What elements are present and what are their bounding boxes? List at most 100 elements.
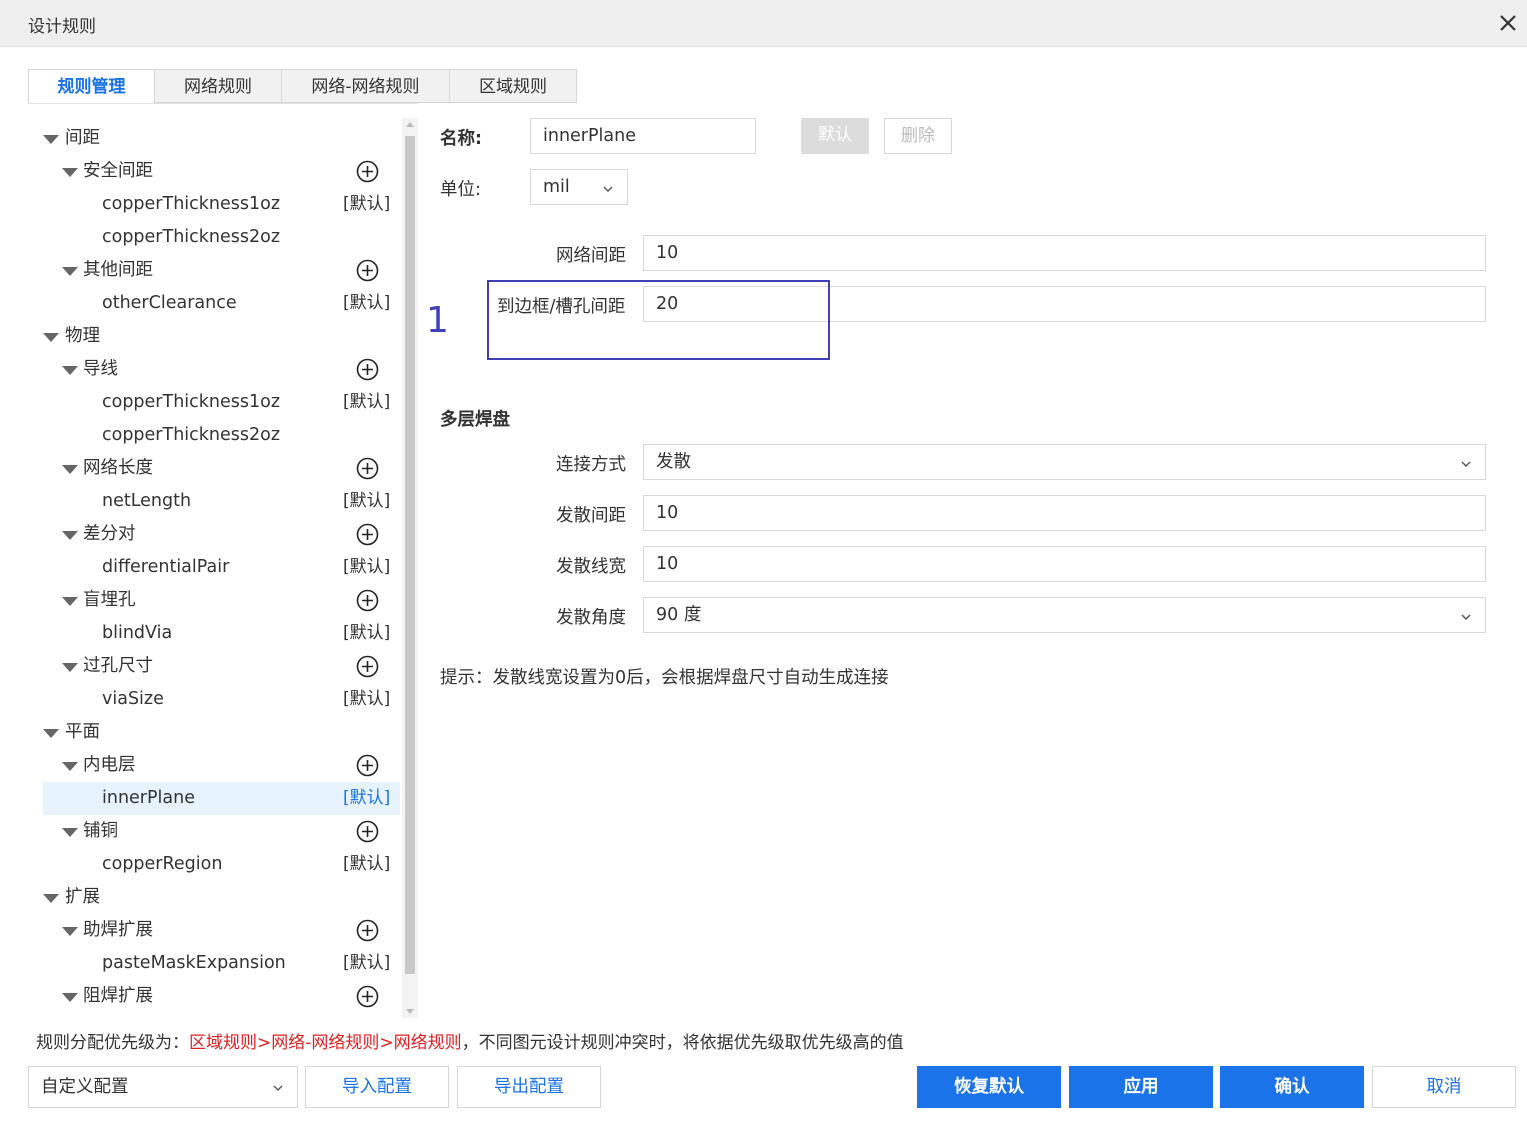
tab-net-rules[interactable]: 网络规则 <box>154 69 282 103</box>
name-input[interactable]: innerPlane <box>530 118 756 154</box>
tree-leaf-item[interactable]: otherClearance [默认] <box>28 287 400 320</box>
tree-group[interactable]: 差分对 <box>28 518 400 551</box>
tree-category[interactable]: 扩展 <box>28 881 400 914</box>
confirm-button[interactable]: 确认 <box>1220 1066 1364 1108</box>
tree-group[interactable]: 导线 <box>28 353 400 386</box>
add-circle-icon[interactable] <box>356 919 379 942</box>
scroll-thumb[interactable] <box>405 136 415 974</box>
tree-item-label: copperThickness1oz <box>102 392 281 412</box>
delete-button[interactable]: 删除 <box>884 118 952 154</box>
tree-item-label: blindVia <box>102 623 173 643</box>
highlight-box <box>487 280 830 360</box>
apply-button[interactable]: 应用 <box>1069 1066 1213 1108</box>
tree-group[interactable]: 内电层 <box>28 749 400 782</box>
caret-down-icon[interactable] <box>62 267 78 276</box>
caret-down-icon[interactable] <box>62 531 78 540</box>
add-circle-icon[interactable] <box>356 523 379 546</box>
tree-item-label: pasteMaskExpansion <box>102 953 286 973</box>
tree-leaf-item[interactable]: copperThickness1oz [默认] <box>28 386 400 419</box>
export-config-button[interactable]: 导出配置 <box>457 1066 601 1108</box>
tree-scrollbar[interactable] <box>402 118 418 1018</box>
add-circle-icon[interactable] <box>356 820 379 843</box>
add-circle-icon[interactable] <box>356 655 379 678</box>
chevron-down-icon <box>1461 461 1471 467</box>
tab-net-net-rules[interactable]: 网络-网络规则 <box>281 69 450 103</box>
tree-leaf-item[interactable]: netLength [默认] <box>28 485 400 518</box>
tree-item-label: 阻焊扩展 <box>83 986 153 1006</box>
connect-select[interactable]: 发散 <box>643 444 1486 480</box>
tree-group[interactable]: 盲埋孔 <box>28 584 400 617</box>
add-circle-icon[interactable] <box>356 358 379 381</box>
tree-leaf-item[interactable]: differentialPair [默认] <box>28 551 400 584</box>
tree-item-label: innerPlane <box>102 788 196 808</box>
default-tag: [默认] <box>343 689 391 709</box>
tree-group[interactable]: 阻焊扩展 <box>28 980 400 1013</box>
caret-down-icon[interactable] <box>43 135 59 144</box>
caret-down-icon[interactable] <box>62 993 78 1002</box>
tab-rule-management[interactable]: 规则管理 <box>28 69 155 104</box>
caret-down-icon[interactable] <box>43 729 59 738</box>
caret-down-icon[interactable] <box>62 828 78 837</box>
tree-leaf-item[interactable]: innerPlane [默认] <box>43 782 400 815</box>
caret-down-icon[interactable] <box>62 663 78 672</box>
priority-order: 区域规则>网络-网络规则>网络规则 <box>189 1033 462 1053</box>
tree-leaf-item[interactable]: copperRegion [默认] <box>28 848 400 881</box>
default-tag: [默认] <box>343 293 391 313</box>
add-circle-icon[interactable] <box>356 259 379 282</box>
spoke-angle-select[interactable]: 90 度 <box>643 597 1486 633</box>
caret-down-icon[interactable] <box>62 465 78 474</box>
cancel-button[interactable]: 取消 <box>1372 1066 1516 1108</box>
tree-leaf-item[interactable]: blindVia [默认] <box>28 617 400 650</box>
tree-leaf-item[interactable]: copperThickness1oz [默认] <box>28 188 400 221</box>
caret-down-icon[interactable] <box>43 894 59 903</box>
scroll-down-icon[interactable] <box>406 1009 414 1014</box>
tree-leaf-item[interactable]: viaSize [默认] <box>28 683 400 716</box>
default-tag: [默认] <box>343 491 391 511</box>
tree-item-label: 物理 <box>65 326 100 346</box>
tree-item-label: 盲埋孔 <box>83 590 136 610</box>
add-circle-icon[interactable] <box>356 160 379 183</box>
tree-item-label: 过孔尺寸 <box>83 656 153 676</box>
multilayer-pad-title: 多层焊盘 <box>440 410 510 430</box>
add-circle-icon[interactable] <box>356 754 379 777</box>
priority-note-suffix: ，不同图元设计规则冲突时，将依据优先级取优先级高的值 <box>461 1033 904 1053</box>
tree-group[interactable]: 过孔尺寸 <box>28 650 400 683</box>
net-clearance-label: 网络间距 <box>556 246 626 266</box>
caret-down-icon[interactable] <box>43 333 59 342</box>
add-circle-icon[interactable] <box>356 589 379 612</box>
tree-category[interactable]: 物理 <box>28 320 400 353</box>
tree-category[interactable]: 间距 <box>28 122 400 155</box>
net-clearance-input[interactable]: 10 <box>643 235 1486 271</box>
restore-default-button[interactable]: 恢复默认 <box>917 1066 1061 1108</box>
tree-group[interactable]: 铺铜 <box>28 815 400 848</box>
tab-region-rules[interactable]: 区域规则 <box>449 69 577 103</box>
tree-leaf-item[interactable]: copperThickness2oz <box>28 221 400 254</box>
caret-down-icon[interactable] <box>62 927 78 936</box>
add-circle-icon[interactable] <box>356 457 379 480</box>
priority-note-prefix: 规则分配优先级为： <box>36 1033 189 1053</box>
tree-group[interactable]: 网络长度 <box>28 452 400 485</box>
caret-down-icon[interactable] <box>62 762 78 771</box>
caret-down-icon[interactable] <box>62 366 78 375</box>
add-circle-icon[interactable] <box>356 985 379 1008</box>
tree-category[interactable]: 平面 <box>28 716 400 749</box>
hint-text: 提示：发散线宽设置为0后，会根据焊盘尺寸自动生成连接 <box>440 668 889 688</box>
caret-down-icon[interactable] <box>62 168 78 177</box>
tree-group[interactable]: 助焊扩展 <box>28 914 400 947</box>
tree-group[interactable]: 安全间距 <box>28 155 400 188</box>
default-button[interactable]: 默认 <box>801 118 869 154</box>
import-config-button[interactable]: 导入配置 <box>305 1066 449 1108</box>
tree-group[interactable]: 其他间距 <box>28 254 400 287</box>
scroll-up-icon[interactable] <box>406 122 414 127</box>
caret-down-icon[interactable] <box>62 597 78 606</box>
close-icon[interactable] <box>1495 10 1521 36</box>
tree-item-label: 铺铜 <box>83 821 118 841</box>
unit-value: mil <box>543 177 570 197</box>
tree-leaf-item[interactable]: pasteMaskExpansion [默认] <box>28 947 400 980</box>
default-tag: [默认] <box>343 788 391 808</box>
config-select[interactable]: 自定义配置 <box>28 1066 298 1108</box>
spoke-width-input[interactable]: 10 <box>643 546 1486 582</box>
unit-select[interactable]: mil <box>530 169 628 205</box>
tree-leaf-item[interactable]: copperThickness2oz <box>28 419 400 452</box>
spoke-gap-input[interactable]: 10 <box>643 495 1486 531</box>
